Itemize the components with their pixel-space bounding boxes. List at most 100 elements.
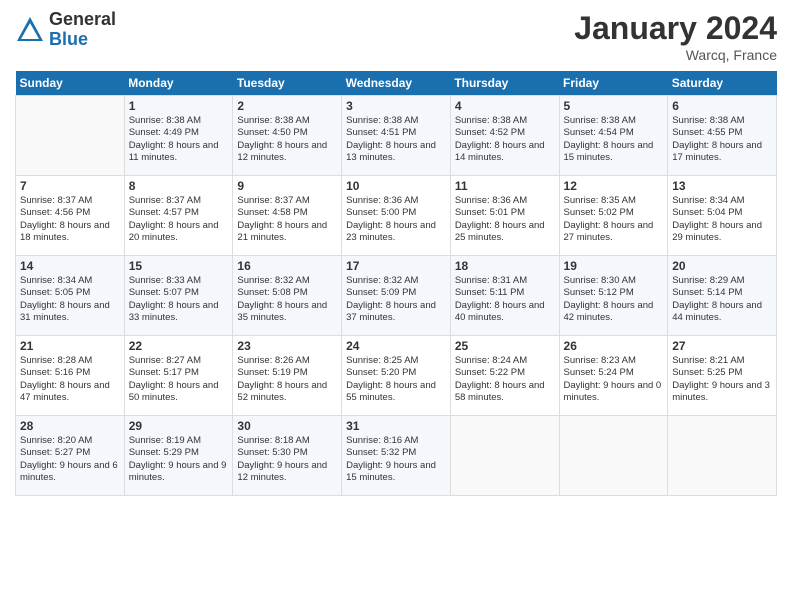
day-info: Sunrise: 8:32 AM Sunset: 5:08 PM Dayligh… bbox=[237, 275, 337, 324]
day-info: Sunrise: 8:37 AM Sunset: 4:57 PM Dayligh… bbox=[129, 195, 229, 244]
day-info: Sunrise: 8:28 AM Sunset: 5:16 PM Dayligh… bbox=[20, 355, 120, 404]
calendar-week-1: 1Sunrise: 8:38 AM Sunset: 4:49 PM Daylig… bbox=[16, 96, 777, 176]
calendar-cell: 3Sunrise: 8:38 AM Sunset: 4:51 PM Daylig… bbox=[342, 96, 451, 176]
col-thursday: Thursday bbox=[450, 71, 559, 96]
day-number: 21 bbox=[20, 339, 120, 353]
calendar-cell: 31 Sunrise: 8:16 AM Sunset: 5:32 PM Dayli… bbox=[342, 416, 451, 496]
day-info: Sunrise: 8:36 AM Sunset: 5:00 PM Dayligh… bbox=[346, 195, 446, 244]
logo-text: General Blue bbox=[49, 10, 116, 50]
day-number: 29 bbox=[129, 419, 229, 433]
calendar-cell bbox=[450, 416, 559, 496]
day-number: 28 bbox=[20, 419, 120, 433]
calendar-cell: 9 Sunrise: 8:37 AM Sunset: 4:58 PM Daylig… bbox=[233, 176, 342, 256]
day-number: 1 bbox=[129, 99, 229, 113]
calendar-cell: 14 Sunrise: 8:34 AM Sunset: 5:05 PM Dayli… bbox=[16, 256, 125, 336]
calendar-header: Sunday Monday Tuesday Wednesday Thursday… bbox=[16, 71, 777, 96]
calendar-cell: 13Sunrise: 8:34 AM Sunset: 5:04 PM Dayli… bbox=[668, 176, 777, 256]
day-number: 24 bbox=[346, 339, 446, 353]
day-number: 17 bbox=[346, 259, 446, 273]
logo-blue-text: Blue bbox=[49, 30, 116, 50]
header-row: Sunday Monday Tuesday Wednesday Thursday… bbox=[16, 71, 777, 96]
day-number: 31 bbox=[346, 419, 446, 433]
calendar-cell: 16 Sunrise: 8:32 AM Sunset: 5:08 PM Dayli… bbox=[233, 256, 342, 336]
day-info: Sunrise: 8:34 AM Sunset: 5:05 PM Dayligh… bbox=[20, 275, 120, 324]
month-title: January 2024 bbox=[574, 10, 777, 47]
calendar-cell: 4 Sunrise: 8:38 AM Sunset: 4:52 PM Daylig… bbox=[450, 96, 559, 176]
calendar-week-5: 28Sunrise: 8:20 AM Sunset: 5:27 PM Dayli… bbox=[16, 416, 777, 496]
location: Warcq, France bbox=[574, 47, 777, 63]
day-number: 6 bbox=[672, 99, 772, 113]
day-info: Sunrise: 8:37 AM Sunset: 4:56 PM Dayligh… bbox=[20, 195, 120, 244]
calendar-cell: 24 Sunrise: 8:25 AM Sunset: 5:20 PM Dayli… bbox=[342, 336, 451, 416]
day-number: 19 bbox=[564, 259, 664, 273]
calendar-cell: 5 Sunrise: 8:38 AM Sunset: 4:54 PM Daylig… bbox=[559, 96, 668, 176]
day-number: 16 bbox=[237, 259, 337, 273]
day-number: 5 bbox=[564, 99, 664, 113]
day-info: Sunrise: 8:38 AM Sunset: 4:50 PM Dayligh… bbox=[237, 115, 337, 164]
day-info: Sunrise: 8:18 AM Sunset: 5:30 PM Dayligh… bbox=[237, 435, 337, 484]
col-sunday: Sunday bbox=[16, 71, 125, 96]
logo: General Blue bbox=[15, 10, 116, 50]
day-number: 9 bbox=[237, 179, 337, 193]
day-number: 4 bbox=[455, 99, 555, 113]
day-info: Sunrise: 8:35 AM Sunset: 5:02 PM Dayligh… bbox=[564, 195, 664, 244]
calendar-cell: 11 Sunrise: 8:36 AM Sunset: 5:01 PM Dayli… bbox=[450, 176, 559, 256]
calendar-cell: 22Sunrise: 8:27 AM Sunset: 5:17 PM Dayli… bbox=[124, 336, 233, 416]
calendar-cell bbox=[559, 416, 668, 496]
calendar-cell: 21 Sunrise: 8:28 AM Sunset: 5:16 PM Dayli… bbox=[16, 336, 125, 416]
day-number: 8 bbox=[129, 179, 229, 193]
day-info: Sunrise: 8:36 AM Sunset: 5:01 PM Dayligh… bbox=[455, 195, 555, 244]
col-wednesday: Wednesday bbox=[342, 71, 451, 96]
day-number: 27 bbox=[672, 339, 772, 353]
day-number: 10 bbox=[346, 179, 446, 193]
day-info: Sunrise: 8:27 AM Sunset: 5:17 PM Dayligh… bbox=[129, 355, 229, 404]
day-info: Sunrise: 8:38 AM Sunset: 4:52 PM Dayligh… bbox=[455, 115, 555, 164]
calendar-week-4: 21 Sunrise: 8:28 AM Sunset: 5:16 PM Dayli… bbox=[16, 336, 777, 416]
calendar-cell bbox=[668, 416, 777, 496]
day-info: Sunrise: 8:38 AM Sunset: 4:51 PM Dayligh… bbox=[346, 115, 446, 164]
day-info: Sunrise: 8:25 AM Sunset: 5:20 PM Dayligh… bbox=[346, 355, 446, 404]
day-number: 30 bbox=[237, 419, 337, 433]
calendar-cell: 6 Sunrise: 8:38 AM Sunset: 4:55 PM Daylig… bbox=[668, 96, 777, 176]
col-tuesday: Tuesday bbox=[233, 71, 342, 96]
day-info: Sunrise: 8:33 AM Sunset: 5:07 PM Dayligh… bbox=[129, 275, 229, 324]
day-info: Sunrise: 8:30 AM Sunset: 5:12 PM Dayligh… bbox=[564, 275, 664, 324]
day-info: Sunrise: 8:21 AM Sunset: 5:25 PM Dayligh… bbox=[672, 355, 772, 404]
day-number: 18 bbox=[455, 259, 555, 273]
calendar-cell: 25Sunrise: 8:24 AM Sunset: 5:22 PM Dayli… bbox=[450, 336, 559, 416]
calendar-cell: 2 Sunrise: 8:38 AM Sunset: 4:50 PM Daylig… bbox=[233, 96, 342, 176]
logo-general-text: General bbox=[49, 10, 116, 30]
day-number: 20 bbox=[672, 259, 772, 273]
day-info: Sunrise: 8:23 AM Sunset: 5:24 PM Dayligh… bbox=[564, 355, 664, 404]
day-number: 15 bbox=[129, 259, 229, 273]
day-info: Sunrise: 8:38 AM Sunset: 4:54 PM Dayligh… bbox=[564, 115, 664, 164]
calendar-body: 1Sunrise: 8:38 AM Sunset: 4:49 PM Daylig… bbox=[16, 96, 777, 496]
day-info: Sunrise: 8:32 AM Sunset: 5:09 PM Dayligh… bbox=[346, 275, 446, 324]
logo-icon bbox=[15, 15, 45, 45]
calendar-cell: 28Sunrise: 8:20 AM Sunset: 5:27 PM Dayli… bbox=[16, 416, 125, 496]
col-friday: Friday bbox=[559, 71, 668, 96]
day-info: Sunrise: 8:37 AM Sunset: 4:58 PM Dayligh… bbox=[237, 195, 337, 244]
day-info: Sunrise: 8:34 AM Sunset: 5:04 PM Dayligh… bbox=[672, 195, 772, 244]
calendar-cell: 1Sunrise: 8:38 AM Sunset: 4:49 PM Daylig… bbox=[124, 96, 233, 176]
day-number: 2 bbox=[237, 99, 337, 113]
calendar-week-3: 14 Sunrise: 8:34 AM Sunset: 5:05 PM Dayli… bbox=[16, 256, 777, 336]
calendar-cell: 7Sunrise: 8:37 AM Sunset: 4:56 PM Daylig… bbox=[16, 176, 125, 256]
day-info: Sunrise: 8:26 AM Sunset: 5:19 PM Dayligh… bbox=[237, 355, 337, 404]
day-info: Sunrise: 8:38 AM Sunset: 4:55 PM Dayligh… bbox=[672, 115, 772, 164]
calendar-cell: 15 Sunrise: 8:33 AM Sunset: 5:07 PM Dayli… bbox=[124, 256, 233, 336]
calendar-cell: 26 Sunrise: 8:23 AM Sunset: 5:24 PM Dayli… bbox=[559, 336, 668, 416]
calendar-cell: 12 Sunrise: 8:35 AM Sunset: 5:02 PM Dayli… bbox=[559, 176, 668, 256]
calendar-cell: 20Sunrise: 8:29 AM Sunset: 5:14 PM Dayli… bbox=[668, 256, 777, 336]
calendar-cell: 19 Sunrise: 8:30 AM Sunset: 5:12 PM Dayli… bbox=[559, 256, 668, 336]
header: General Blue January 2024 Warcq, France bbox=[15, 10, 777, 63]
calendar-cell: 10 Sunrise: 8:36 AM Sunset: 5:00 PM Dayli… bbox=[342, 176, 451, 256]
day-number: 26 bbox=[564, 339, 664, 353]
day-number: 14 bbox=[20, 259, 120, 273]
day-number: 12 bbox=[564, 179, 664, 193]
calendar-week-2: 7Sunrise: 8:37 AM Sunset: 4:56 PM Daylig… bbox=[16, 176, 777, 256]
day-number: 11 bbox=[455, 179, 555, 193]
calendar-cell: 8 Sunrise: 8:37 AM Sunset: 4:57 PM Daylig… bbox=[124, 176, 233, 256]
day-info: Sunrise: 8:31 AM Sunset: 5:11 PM Dayligh… bbox=[455, 275, 555, 324]
day-info: Sunrise: 8:16 AM Sunset: 5:32 PM Dayligh… bbox=[346, 435, 446, 484]
